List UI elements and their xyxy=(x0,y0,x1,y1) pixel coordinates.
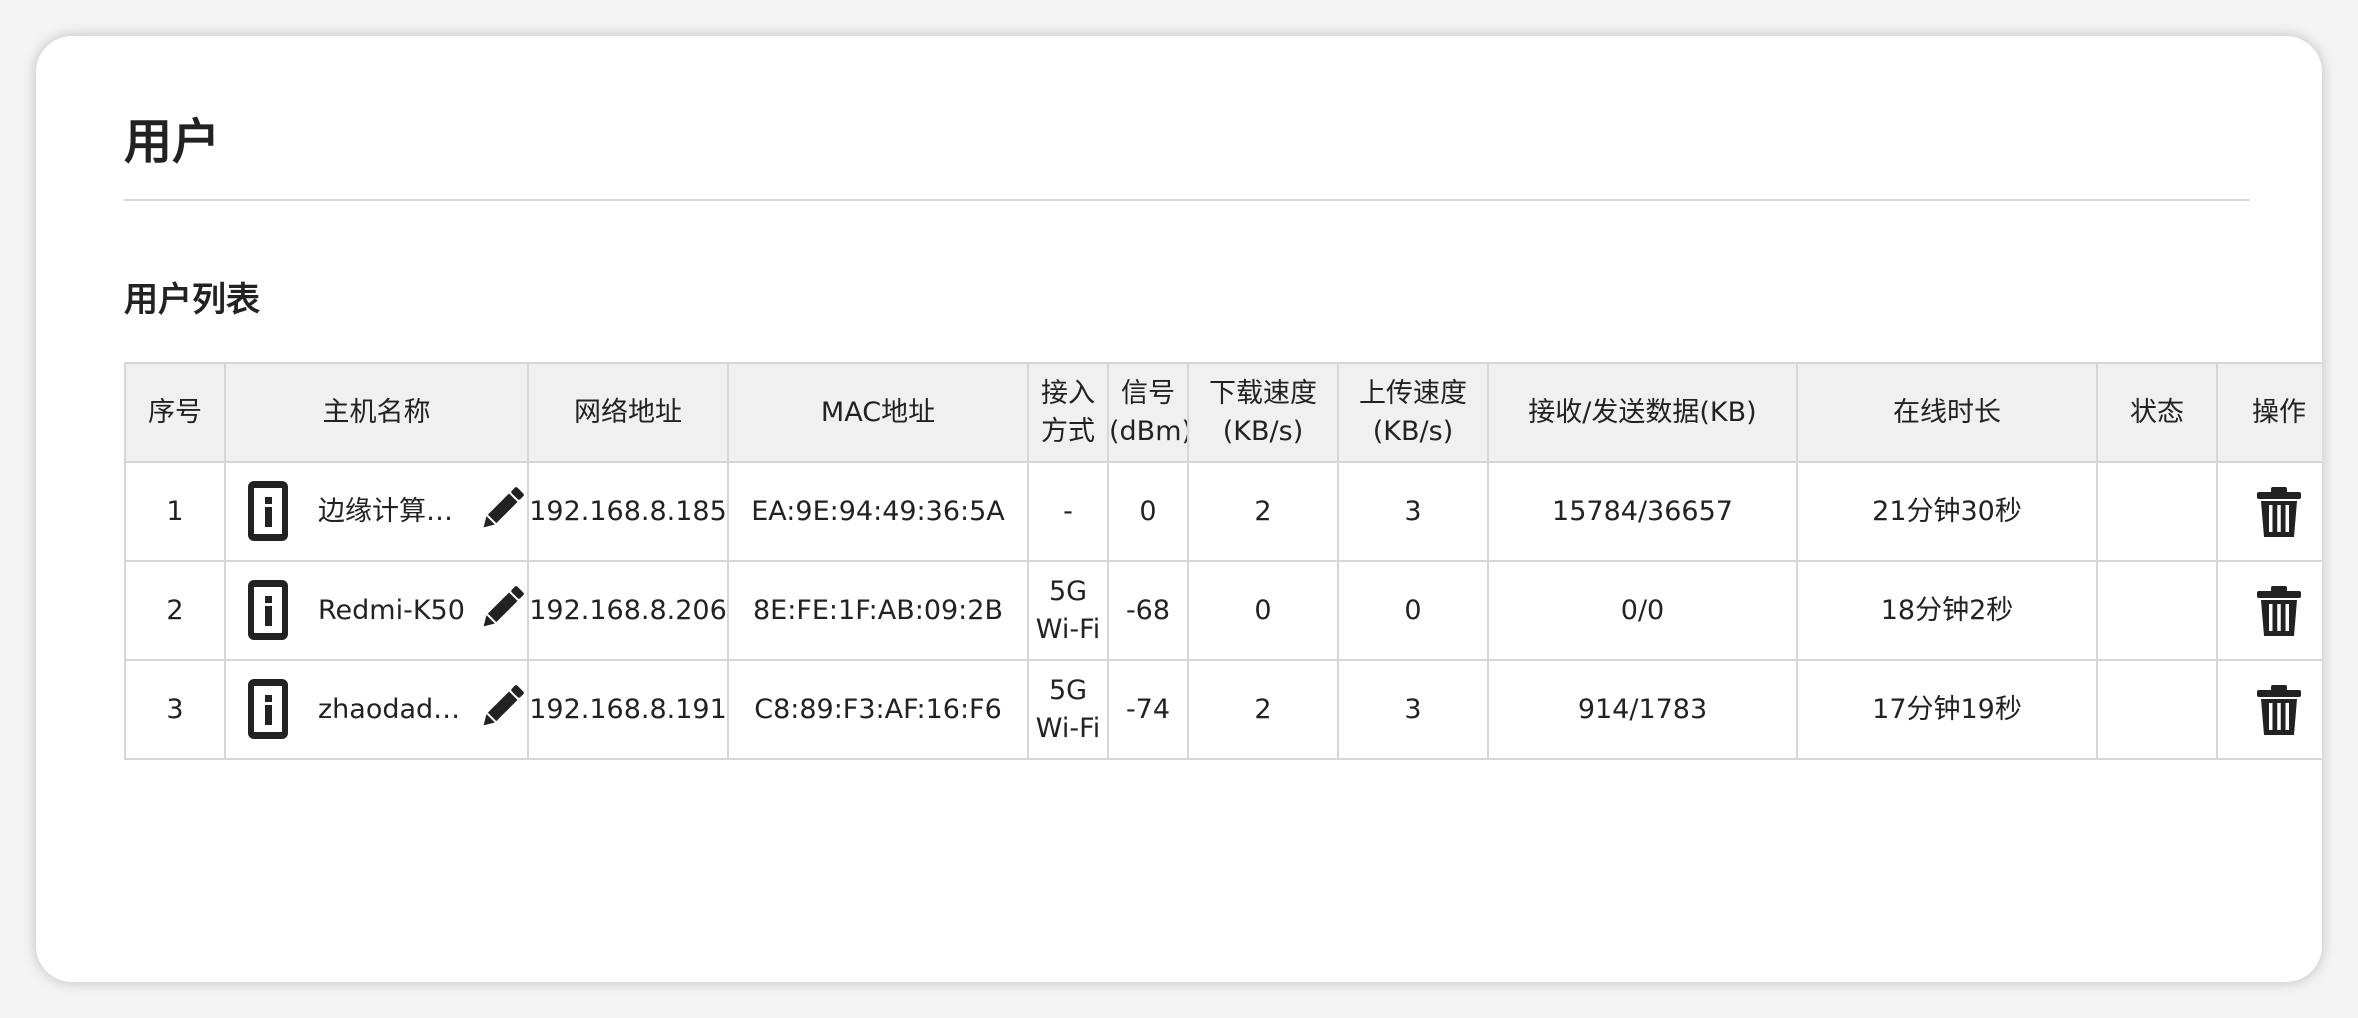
access-line1: - xyxy=(1063,495,1073,527)
cell-hostname: zhaodad… xyxy=(224,659,529,760)
cell-action xyxy=(2216,461,2322,562)
page-title: 用户 xyxy=(124,114,221,170)
trash-icon[interactable] xyxy=(2255,486,2303,538)
user-table-container[interactable]: 序号 主机名称 网络地址 MAC地址 接入 方式 信号 (dBm) 下载速度 (… xyxy=(124,362,2322,760)
access-line1: 5G xyxy=(1048,575,1088,607)
access-line2: Wi-Fi xyxy=(1035,613,1101,645)
cell-upload: 3 xyxy=(1337,659,1489,760)
cell-index: 2 xyxy=(124,560,226,661)
cell-signal: -68 xyxy=(1107,560,1189,661)
cell-download: 2 xyxy=(1187,659,1339,760)
hostname-text: Redmi-K50 xyxy=(318,595,465,626)
cell-download: 2 xyxy=(1187,461,1339,562)
access-line2: Wi-Fi xyxy=(1035,712,1101,744)
table-row: 1 边缘计算… 192.168.8.185 EA:9E:94:49:36:5A … xyxy=(124,461,2322,562)
table-row: 2 Redmi-K50 192.168.8.206 8E:FE:1F:AB:09… xyxy=(124,560,2322,661)
hostname-text: 边缘计算… xyxy=(318,496,453,527)
trash-icon[interactable] xyxy=(2255,585,2303,637)
header-upload-line2: (KB/s) xyxy=(1372,415,1454,447)
cell-online: 18分钟2秒 xyxy=(1796,560,2098,661)
cell-status xyxy=(2096,560,2218,661)
access-line1: 5G xyxy=(1048,674,1088,706)
pencil-icon[interactable] xyxy=(474,580,528,636)
header-upload-line1: 上传速度 xyxy=(1359,377,1467,409)
cell-action xyxy=(2216,659,2322,760)
table-row: 3 zhaodad… 192.168.8.191 C8:89:F3:AF:16:… xyxy=(124,659,2322,760)
table-header-row: 序号 主机名称 网络地址 MAC地址 接入 方式 信号 (dBm) 下载速度 (… xyxy=(124,362,2322,463)
cell-online: 21分钟30秒 xyxy=(1796,461,2098,562)
cell-data: 914/1783 xyxy=(1487,659,1798,760)
cell-signal: 0 xyxy=(1107,461,1189,562)
cell-online: 17分钟19秒 xyxy=(1796,659,2098,760)
cell-status xyxy=(2096,659,2218,760)
header-access: 接入 方式 xyxy=(1027,362,1109,463)
cell-ip: 192.168.8.206 xyxy=(527,560,729,661)
header-action: 操作 xyxy=(2216,362,2322,463)
cell-index: 3 xyxy=(124,659,226,760)
cell-action xyxy=(2216,560,2322,661)
header-hostname: 主机名称 xyxy=(224,362,529,463)
header-signal-line1: 信号 xyxy=(1121,377,1175,409)
cell-ip: 192.168.8.191 xyxy=(527,659,729,760)
header-status: 状态 xyxy=(2096,362,2218,463)
cell-access: 5G Wi-Fi xyxy=(1027,659,1109,760)
header-index: 序号 xyxy=(124,362,226,463)
user-table: 序号 主机名称 网络地址 MAC地址 接入 方式 信号 (dBm) 下载速度 (… xyxy=(124,362,2322,760)
cell-index: 1 xyxy=(124,461,226,562)
cell-mac: C8:89:F3:AF:16:F6 xyxy=(727,659,1029,760)
pencil-icon[interactable] xyxy=(474,481,528,537)
header-online: 在线时长 xyxy=(1796,362,2098,463)
trash-icon[interactable] xyxy=(2255,684,2303,736)
users-card: 用户 用户列表 序号 主机名称 网络地址 MAC地址 接入 方式 信号 (dBm… xyxy=(36,36,2322,982)
cell-mac: EA:9E:94:49:36:5A xyxy=(727,461,1029,562)
header-data: 接收/发送数据(KB) xyxy=(1487,362,1798,463)
header-download: 下载速度 (KB/s) xyxy=(1187,362,1339,463)
cell-data: 0/0 xyxy=(1487,560,1798,661)
cell-upload: 0 xyxy=(1337,560,1489,661)
cell-data: 15784/36657 xyxy=(1487,461,1798,562)
header-download-line1: 下载速度 xyxy=(1209,377,1317,409)
header-download-line2: (KB/s) xyxy=(1222,415,1304,447)
header-signal-line2: (dBm) xyxy=(1109,415,1188,447)
cell-hostname: 边缘计算… xyxy=(224,461,529,562)
device-info-icon[interactable] xyxy=(248,481,288,541)
hostname-text: zhaodad… xyxy=(318,694,461,725)
header-upload: 上传速度 (KB/s) xyxy=(1337,362,1489,463)
header-ip: 网络地址 xyxy=(527,362,729,463)
header-mac: MAC地址 xyxy=(727,362,1029,463)
device-info-icon[interactable] xyxy=(248,580,288,640)
cell-access: 5G Wi-Fi xyxy=(1027,560,1109,661)
cell-hostname: Redmi-K50 xyxy=(224,560,529,661)
cell-status xyxy=(2096,461,2218,562)
cell-access: - xyxy=(1027,461,1109,562)
pencil-icon[interactable] xyxy=(474,679,528,735)
header-access-line1: 接入 xyxy=(1041,377,1095,409)
section-title: 用户列表 xyxy=(124,280,260,320)
device-info-icon[interactable] xyxy=(248,679,288,739)
cell-mac: 8E:FE:1F:AB:09:2B xyxy=(727,560,1029,661)
header-signal: 信号 (dBm) xyxy=(1107,362,1189,463)
cell-signal: -74 xyxy=(1107,659,1189,760)
cell-upload: 3 xyxy=(1337,461,1489,562)
title-divider xyxy=(124,199,2250,201)
cell-download: 0 xyxy=(1187,560,1339,661)
cell-ip: 192.168.8.185 xyxy=(527,461,729,562)
header-access-line2: 方式 xyxy=(1041,415,1095,447)
